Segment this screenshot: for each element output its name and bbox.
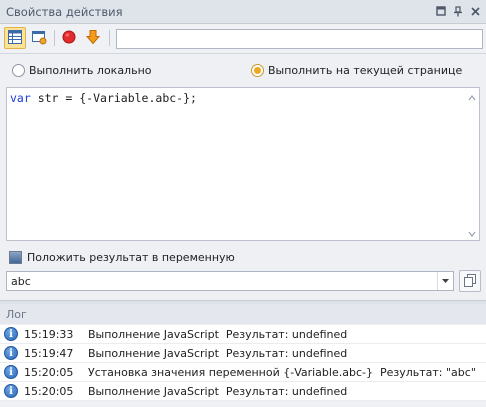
radio-run-locally[interactable]: Выполнить локально (12, 58, 152, 82)
scroll-down-icon[interactable] (468, 228, 476, 237)
red-circle-icon (61, 29, 77, 48)
store-result-checkbox-row[interactable]: Положить результат в переменную (9, 249, 235, 265)
pin-icon[interactable] (451, 4, 465, 18)
toolbar-separator (54, 30, 55, 46)
variable-combobox[interactable]: abc (6, 271, 454, 291)
log-time: 15:20:05 (24, 384, 74, 398)
code-text: str = {-Variable.abc-}; (30, 91, 197, 105)
log-time: 15:20:05 (24, 365, 74, 379)
window-gear-icon (31, 29, 47, 48)
code-editor[interactable]: var str = {-Variable.abc-}; (6, 87, 480, 241)
log-entry[interactable]: i 15:19:47 Выполнение JavaScript Результ… (0, 344, 486, 363)
chevron-down-icon[interactable] (437, 272, 453, 290)
log-list: i 15:19:33 Выполнение JavaScript Результ… (0, 325, 486, 401)
panel-title: Свойства действия (6, 4, 123, 19)
table-icon (7, 29, 23, 48)
log-message: Установка значения переменной {-Variable… (88, 365, 476, 379)
copy-button[interactable] (459, 270, 481, 292)
radio-label: Выполнить локально (29, 63, 152, 77)
radio-button[interactable] (251, 63, 264, 77)
log-header: Лог (0, 304, 486, 324)
scroll-up-icon[interactable] (468, 92, 476, 101)
radio-label: Выполнить на текущей странице (268, 63, 463, 77)
log-entry[interactable]: i 15:20:05 Выполнение JavaScript Результ… (0, 382, 486, 401)
info-icon: i (4, 327, 18, 341)
store-result-checkbox[interactable] (9, 250, 22, 264)
vertical-scrollbar[interactable] (465, 88, 479, 240)
log-message: Выполнение JavaScript Результат: undefin… (88, 384, 348, 398)
close-icon[interactable] (468, 4, 482, 18)
panel-header: Свойства действия (0, 0, 486, 24)
info-icon: i (4, 346, 18, 360)
execute-button[interactable] (82, 27, 104, 49)
radio-button[interactable] (12, 63, 25, 77)
log-time: 15:19:33 (24, 327, 74, 341)
radio-run-on-page[interactable]: Выполнить на текущей странице (251, 58, 462, 82)
toolbar-input[interactable] (116, 29, 483, 49)
toolbar-separator (109, 30, 110, 46)
log-message: Выполнение JavaScript Результат: undefin… (88, 346, 348, 360)
log-entry[interactable]: i 15:20:05 Установка значения переменной… (0, 363, 486, 382)
log-message: Выполнение JavaScript Результат: undefin… (88, 327, 348, 341)
browser-view-button[interactable] (28, 27, 50, 49)
store-result-label: Положить результат в переменную (27, 250, 235, 264)
menu-icon[interactable] (434, 4, 448, 18)
copy-icon (463, 273, 477, 290)
log-title: Лог (6, 307, 27, 321)
log-entry[interactable]: i 15:19:33 Выполнение JavaScript Результ… (0, 325, 486, 344)
header-buttons (434, 4, 482, 18)
code-line: var str = {-Variable.abc-}; (10, 91, 197, 105)
info-icon: i (4, 384, 18, 398)
variable-value: abc (11, 274, 31, 288)
info-icon: i (4, 365, 18, 379)
properties-view-button[interactable] (4, 27, 26, 49)
orange-arrow-down-icon (85, 29, 101, 48)
log-time: 15:19:47 (24, 346, 74, 360)
breakpoint-button[interactable] (58, 27, 80, 49)
code-keyword: var (10, 91, 31, 105)
toolbar (0, 24, 486, 54)
